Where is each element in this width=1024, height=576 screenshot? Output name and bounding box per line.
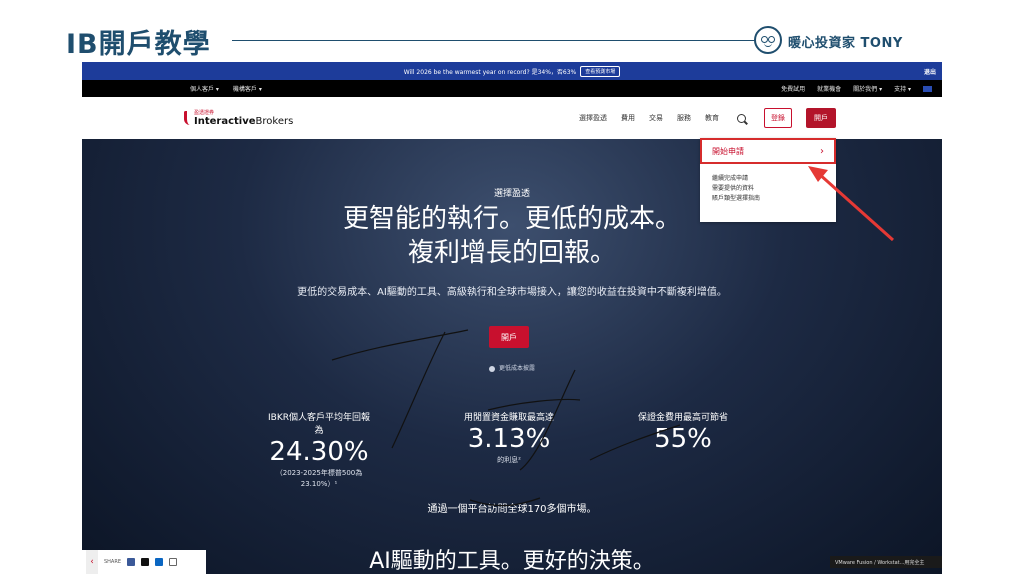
cost-disclosure-link[interactable]: 更低成本披露 [82, 363, 942, 372]
topbar-individual-clients[interactable]: 個人客戶 ▾ [190, 84, 219, 93]
chevron-right-icon: › [820, 145, 824, 157]
nav-trading[interactable]: 交易 [649, 113, 663, 123]
slide-title: IB開戶教學 [66, 29, 211, 60]
brand-logo-icon [754, 26, 782, 54]
language-flag-icon[interactable] [923, 85, 932, 92]
promo-banner: Will 2026 be the warmest year on record?… [82, 62, 942, 80]
main-nav: 盈透證券 InteractiveBrokers 選擇盈透 費用 交易 服務 教育… [82, 97, 942, 139]
topbar-support[interactable]: 支持 ▾ [894, 84, 911, 93]
nav-why-ib[interactable]: 選擇盈透 [579, 113, 607, 123]
search-icon[interactable] [737, 113, 746, 123]
facebook-icon[interactable] [127, 558, 135, 566]
chevron-left-icon[interactable]: ‹ [86, 550, 98, 574]
ai-tools-heading: AI驅動的工具。更好的決策。 [369, 549, 655, 574]
info-icon [488, 365, 495, 372]
dropdown-account-type-guide[interactable]: 賬戶類型選擇指南 [712, 194, 824, 204]
browser-screenshot: Will 2026 be the warmest year on record?… [82, 62, 942, 574]
logo-en: InteractiveBrokers [194, 116, 294, 127]
ib-logo[interactable]: 盈透證券 InteractiveBrokers [184, 109, 293, 127]
x-icon[interactable] [141, 558, 149, 566]
hero-open-account-button[interactable]: 開戶 [489, 326, 529, 348]
stat-margin-savings: 保證金費用最高可節省 55% [637, 413, 728, 454]
stat-interest-rate: 用閒置資金賺取最高達 3.13% 的利息² [463, 413, 554, 464]
view-market-button[interactable]: 查看預測市場 [580, 65, 621, 77]
topbar-careers[interactable]: 就業機會 [817, 84, 841, 93]
login-button[interactable]: 登錄 [764, 108, 792, 128]
vmware-notification: VMware Fusion / Workstat...用完全主 [830, 556, 942, 568]
share-bar: ‹ SHARE [82, 550, 206, 574]
linkedin-icon[interactable] [155, 558, 163, 566]
stat-annual-return: IBKR個人客戶平均年回報為 24.30% （2023-2025年標普500為2… [268, 413, 370, 488]
topbar-about[interactable]: 關於我們 ▾ [853, 84, 882, 93]
title-rule [232, 40, 756, 41]
nav-services[interactable]: 服務 [677, 113, 691, 123]
logo-cn: 盈透證券 [194, 110, 215, 116]
open-account-dropdown: 開始申請 › 繼續完成申請 需要提供的資料 賬戶類型選擇指南 [700, 138, 836, 222]
start-application-item[interactable]: 開始申請 › [700, 138, 836, 164]
nav-education[interactable]: 教育 [705, 113, 719, 123]
dropdown-continue-application[interactable]: 繼續完成申請 [712, 174, 824, 184]
topbar-institutional-clients[interactable]: 機構客戶 ▾ [233, 84, 262, 93]
slide: IB開戶教學 暖心投資家 TONY Will 2026 be the warme… [0, 0, 1024, 576]
hero-subtext: 更低的交易成本、AI驅動的工具、高級執行和全球市場接入，讓您的收益在投資中不斷複… [297, 287, 727, 298]
nav-menu: 選擇盈透 費用 交易 服務 教育 登錄 開戶 [579, 108, 836, 128]
mail-icon[interactable] [169, 558, 177, 566]
topbar-free-trial[interactable]: 免費試用 [781, 84, 805, 93]
ib-logo-mark-icon [184, 111, 190, 125]
top-utility-bar: 個人客戶 ▾ 機構客戶 ▾ 免費試用 就業機會 關於我們 ▾ 支持 ▾ [82, 80, 942, 97]
banner-exit-link[interactable]: 退出 [924, 67, 936, 76]
banner-text: Will 2026 be the warmest year on record?… [403, 68, 577, 76]
global-access-text: 通過一個平台訪問全球170多個市場。 [427, 504, 597, 515]
dropdown-required-documents[interactable]: 需要提供的資料 [712, 184, 824, 194]
nav-pricing[interactable]: 費用 [621, 113, 635, 123]
brand-name: 暖心投資家 TONY [788, 36, 903, 51]
open-account-button[interactable]: 開戶 [806, 108, 836, 128]
